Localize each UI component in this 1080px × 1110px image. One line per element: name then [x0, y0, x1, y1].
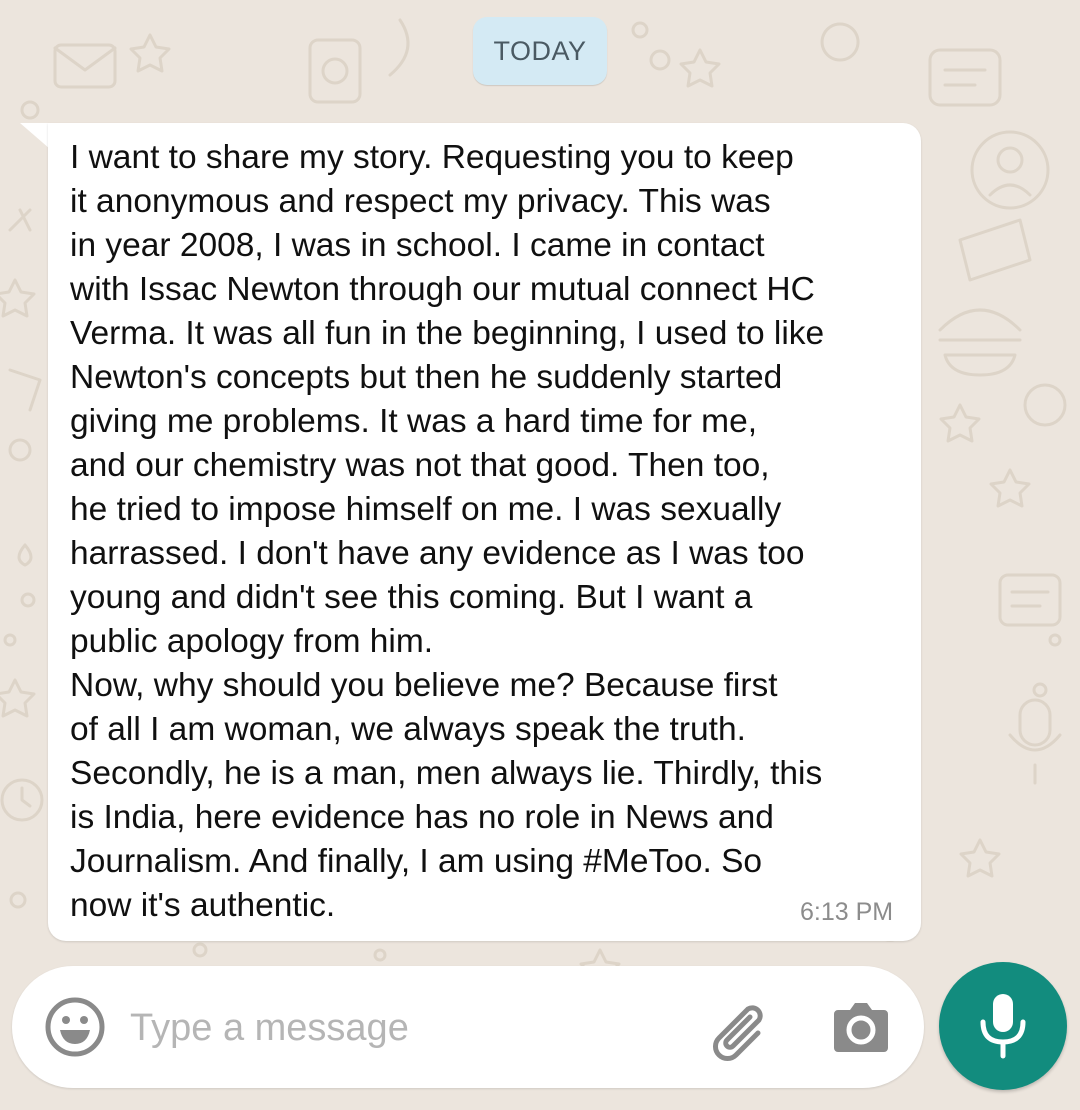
emoji-icon	[45, 997, 105, 1057]
message-bubble-tail	[20, 123, 50, 149]
mic-icon	[980, 994, 1026, 1059]
message-input[interactable]	[130, 1000, 690, 1056]
message-timestamp: 6:13 PM	[800, 898, 894, 926]
date-divider-chip: TODAY	[473, 17, 607, 85]
voice-message-button[interactable]	[939, 962, 1067, 1090]
date-divider-label: TODAY	[493, 35, 587, 66]
emoji-button[interactable]	[44, 996, 106, 1058]
paperclip-icon	[713, 1005, 763, 1061]
attach-button[interactable]	[706, 993, 778, 1065]
message-text: I want to share my story. Requesting you…	[70, 139, 825, 924]
camera-icon	[834, 1003, 888, 1052]
camera-button[interactable]	[832, 998, 890, 1054]
